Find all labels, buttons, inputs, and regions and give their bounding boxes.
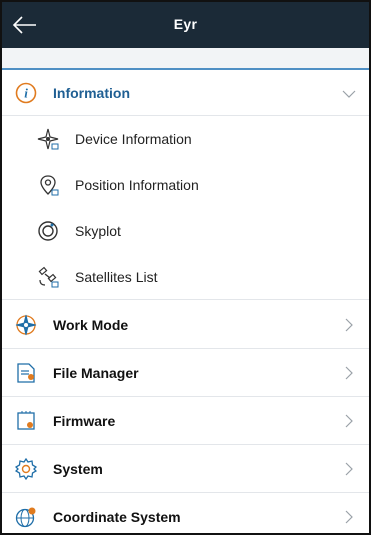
- menu-item-label: File Manager: [53, 364, 139, 381]
- chevron-down-icon: [342, 90, 356, 98]
- submenu-item-label: Device Information: [75, 131, 192, 147]
- location-pin-icon: [37, 174, 59, 196]
- submenu-item-device-information[interactable]: Device Information: [2, 116, 369, 162]
- svg-text:i: i: [24, 85, 28, 100]
- menu-item-file-manager[interactable]: File Manager: [2, 349, 369, 397]
- menu-item-label: Information: [53, 84, 130, 101]
- submenu-item-label: Skyplot: [75, 223, 121, 239]
- menu-item-label: Coordinate System: [53, 508, 181, 525]
- chevron-right-icon: [345, 366, 353, 380]
- satellite-icon: [37, 266, 59, 288]
- submenu-item-satellites-list[interactable]: Satellites List: [2, 254, 369, 300]
- menu-item-label: Firmware: [53, 412, 116, 429]
- submenu-item-skyplot[interactable]: Skyplot: [2, 208, 369, 254]
- page-title: Eyr: [173, 16, 198, 32]
- menu-item-label: Work Mode: [53, 316, 129, 333]
- menu-top-divider: [2, 48, 369, 70]
- chevron-right-icon: [345, 318, 353, 332]
- menu-item-label: System: [53, 460, 103, 477]
- chevron-right-icon: [345, 414, 353, 428]
- app-frame: Eyr i Information Device Information Pos…: [0, 0, 371, 535]
- globe-pin-icon: [15, 506, 37, 528]
- gear-icon: [15, 457, 37, 480]
- chevron-right-icon: [345, 462, 353, 476]
- file-manager-icon: [15, 362, 37, 384]
- firmware-chip-icon: [15, 410, 37, 432]
- chevron-right-icon: [345, 510, 353, 524]
- menu-item-work-mode[interactable]: Work Mode: [2, 301, 369, 349]
- menu-item-coordinate-system[interactable]: Coordinate System: [2, 493, 369, 533]
- menu-item-system[interactable]: System: [2, 445, 369, 493]
- info-circle-icon: i: [15, 82, 37, 104]
- work-mode-compass-icon: [15, 314, 37, 336]
- submenu-item-position-information[interactable]: Position Information: [2, 162, 369, 208]
- top-bar: Eyr: [2, 2, 369, 48]
- device-compass-icon: [37, 128, 59, 150]
- submenu-item-label: Satellites List: [75, 268, 158, 285]
- menu-item-firmware[interactable]: Firmware: [2, 397, 369, 445]
- skyplot-icon: [37, 220, 59, 242]
- menu-item-information[interactable]: i Information: [2, 70, 369, 116]
- submenu-item-label: Position Information: [75, 177, 199, 193]
